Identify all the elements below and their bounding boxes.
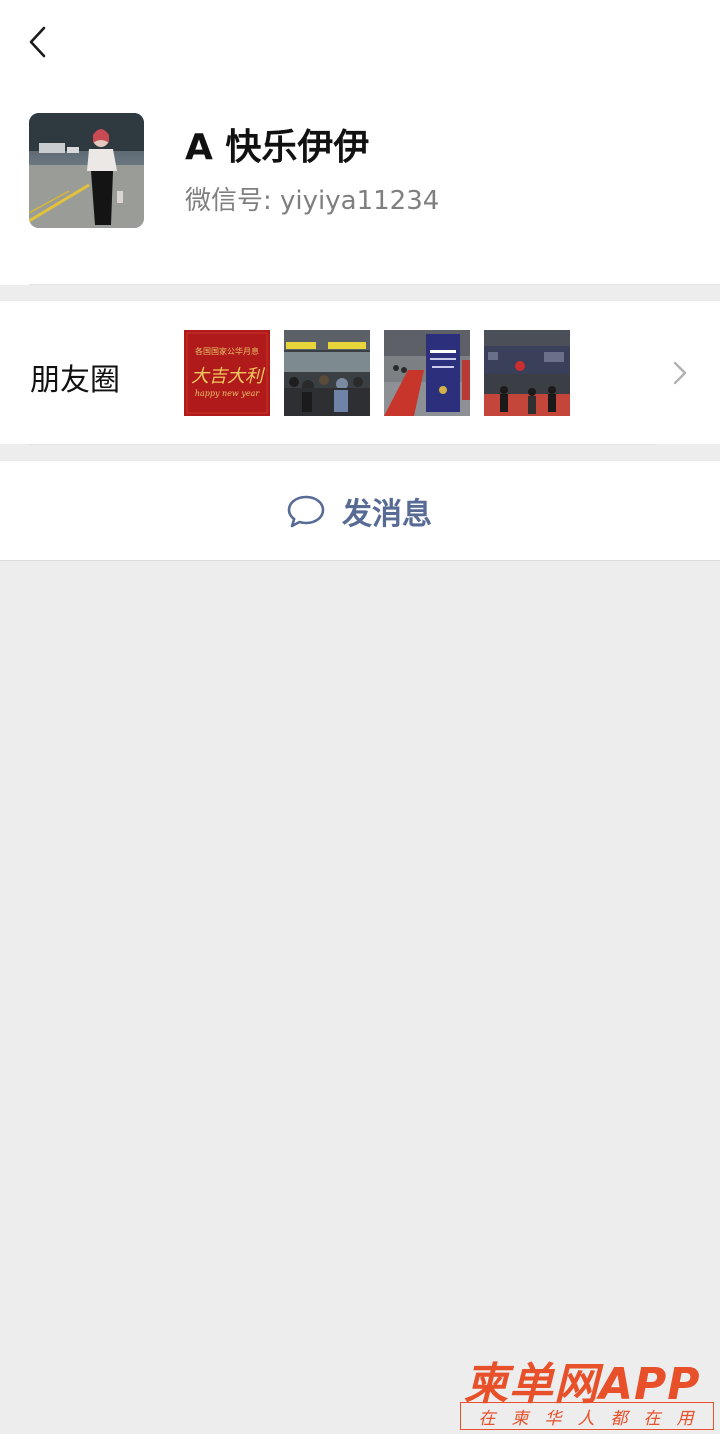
wechat-id: 微信号: yiyiya11234 xyxy=(185,186,440,216)
avatar[interactable] xyxy=(29,113,144,228)
back-button[interactable] xyxy=(18,20,58,64)
thumb-sub-text: happy new year xyxy=(195,389,261,398)
thumb-main-text: 大吉大利 xyxy=(191,366,266,387)
chevron-right-icon xyxy=(673,361,687,385)
send-message-button[interactable]: 发消息 xyxy=(286,488,432,534)
moments-divider xyxy=(29,444,657,445)
moments-more-button[interactable] xyxy=(668,357,692,389)
moments-thumb-terminal-banner xyxy=(384,330,470,416)
chevron-left-icon xyxy=(29,26,46,58)
avatar-photo xyxy=(29,113,144,228)
profile-name: A 快乐伊伊 xyxy=(185,127,370,168)
chat-bubble-icon xyxy=(287,495,325,528)
thumb-top-text: 各国国家公华月息 xyxy=(195,346,259,356)
send-message-label: 发消息 xyxy=(342,497,432,532)
moments-thumb-airport-crowd xyxy=(284,330,370,416)
moments-label: 朋友圈 xyxy=(30,363,120,398)
moments-thumb-hall-crowd xyxy=(484,330,570,416)
watermark-sub-box: 在柬华人都在用 xyxy=(460,1402,714,1430)
watermark-sub-text: 在柬华人都在用 xyxy=(478,1408,710,1429)
message-divider xyxy=(0,560,720,561)
watermark-logo: 柬单网APP 在柬华人都在用 xyxy=(460,1348,716,1432)
moments-thumb-greeting-card: 各国国家公华月息 大吉大利 happy new year xyxy=(184,330,270,416)
header-divider xyxy=(29,284,720,285)
